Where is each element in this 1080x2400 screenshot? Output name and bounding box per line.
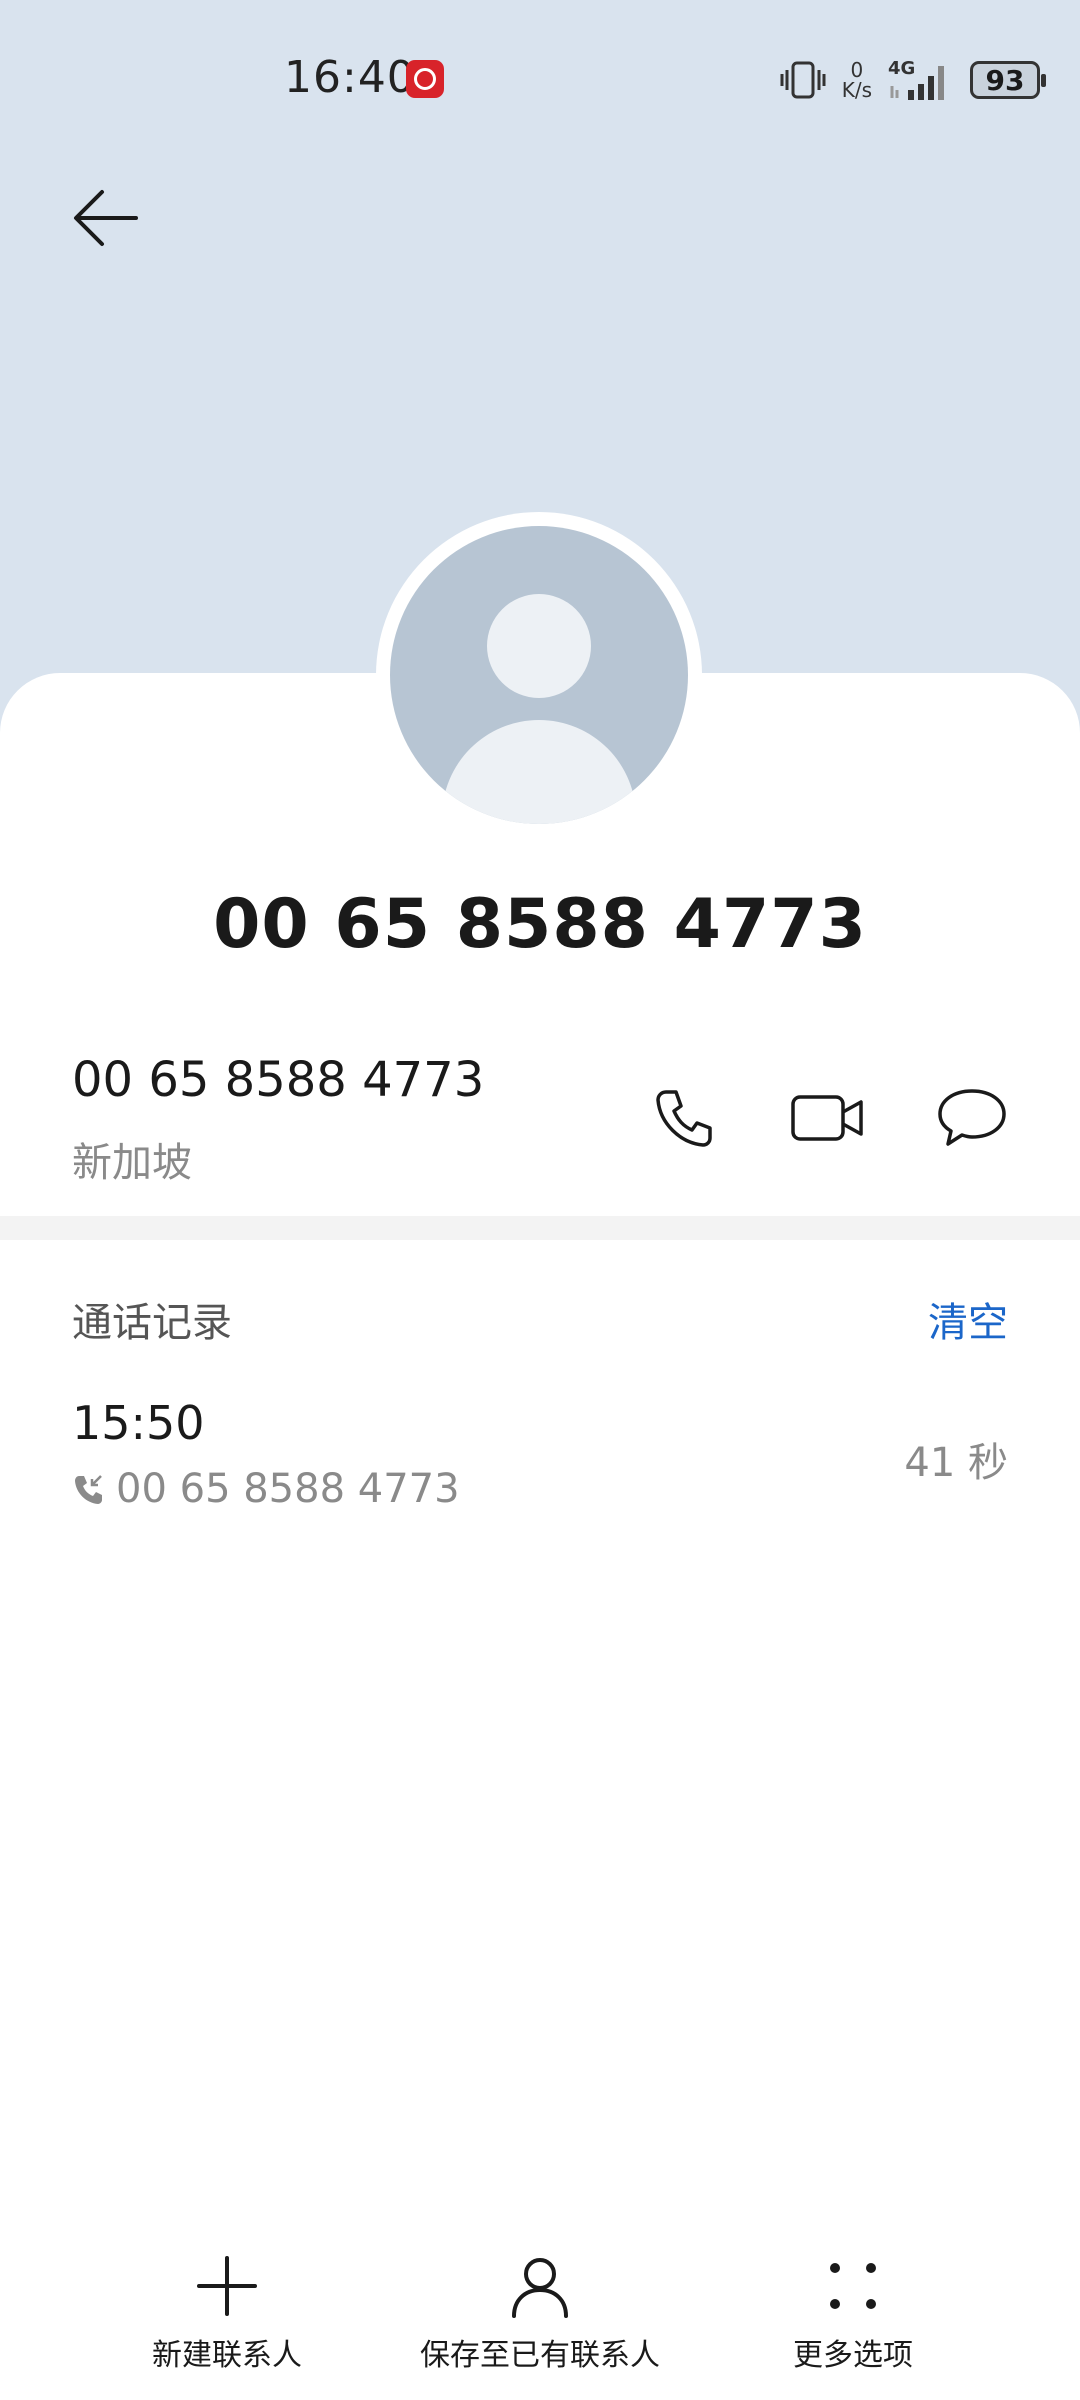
new-contact-label: 新建联系人 xyxy=(152,2338,302,2373)
phone-icon xyxy=(656,1090,712,1147)
video-call-icon xyxy=(791,1095,863,1141)
clear-log-button[interactable]: 清空 xyxy=(928,1290,1008,1348)
call-log-number: 00 65 8588 4773 xyxy=(116,1466,460,1512)
incoming-call-icon xyxy=(75,1475,102,1504)
save-to-existing-label: 保存至已有联系人 xyxy=(420,2338,660,2373)
vibrate-icon xyxy=(780,61,826,99)
net-speed-value: 0 xyxy=(850,58,864,82)
number-info[interactable]: 00 65 8588 4773 新加坡 xyxy=(72,1052,484,1188)
more-dots-icon xyxy=(830,2263,876,2309)
signal-icon xyxy=(890,66,944,100)
call-log-time: 15:50 xyxy=(72,1396,205,1450)
save-to-existing-button[interactable]: 保存至已有联系人 xyxy=(390,2250,690,2374)
more-options-label: 更多选项 xyxy=(793,2338,913,2373)
battery-icon: 93 xyxy=(970,61,1046,99)
avatar-head xyxy=(487,594,591,698)
app-notification-icon xyxy=(406,60,444,98)
status-time: 16:40 xyxy=(284,52,416,103)
avatar-shoulders xyxy=(442,720,636,824)
net-speed: 0 K/s xyxy=(842,60,872,100)
signal-group: 4G xyxy=(888,58,954,102)
bottom-action-bar: 新建联系人 保存至已有联系人 更多选项 xyxy=(0,2250,1080,2400)
net-speed-unit: K/s xyxy=(841,78,872,102)
plus-icon xyxy=(197,2256,257,2316)
section-divider xyxy=(0,1216,1080,1240)
video-call-button[interactable] xyxy=(788,1082,868,1154)
call-log-heading: 通话记录 xyxy=(72,1300,232,1346)
call-log-duration: 41 秒 xyxy=(904,1440,1008,1486)
phone-region: 新加坡 xyxy=(72,1140,192,1186)
call-log-number-row: 00 65 8588 4773 xyxy=(72,1466,460,1512)
status-bar: 16:40 0 K/s 4G 93 xyxy=(0,0,1080,160)
message-icon xyxy=(938,1089,1006,1146)
contact-title: 00 65 8588 4773 xyxy=(213,885,867,964)
back-button[interactable] xyxy=(70,182,142,254)
status-icons: 0 K/s 4G 93 xyxy=(780,56,1046,104)
more-options-button[interactable]: 更多选项 xyxy=(703,2250,1003,2374)
arrow-left-icon xyxy=(74,190,138,246)
avatar xyxy=(390,526,688,824)
person-icon xyxy=(512,2258,568,2318)
battery-level: 93 xyxy=(985,63,1025,97)
new-contact-button[interactable]: 新建联系人 xyxy=(77,2250,377,2374)
call-button[interactable] xyxy=(644,1082,724,1154)
message-button[interactable] xyxy=(932,1082,1012,1154)
phone-number: 00 65 8588 4773 xyxy=(72,1052,485,1108)
